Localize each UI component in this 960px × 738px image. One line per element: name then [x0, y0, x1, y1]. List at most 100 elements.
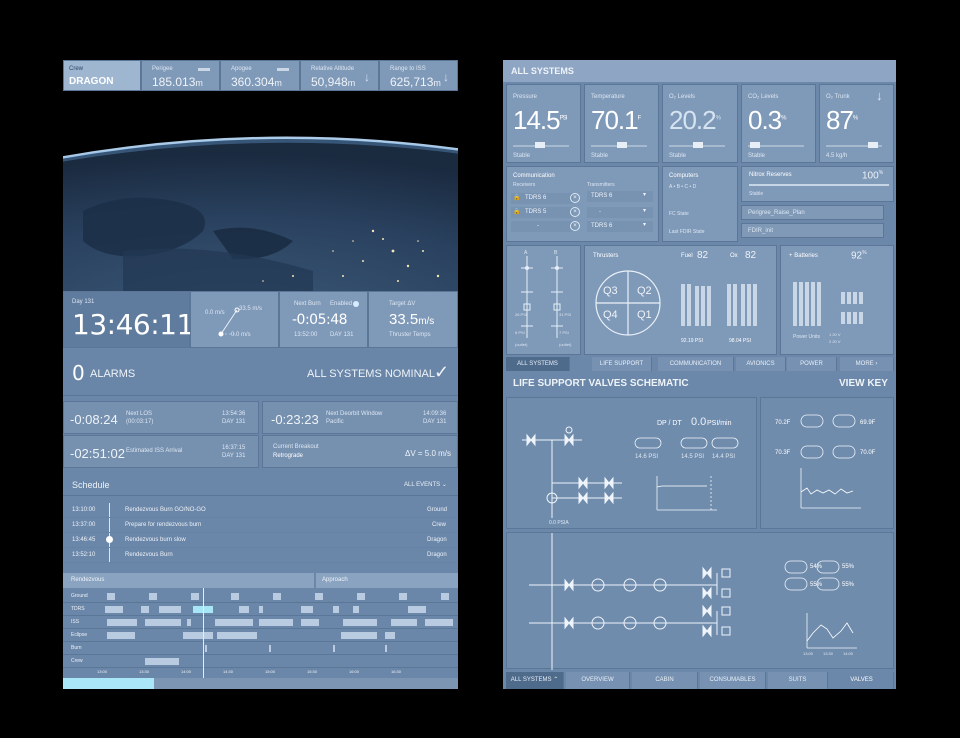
- pct-readout: 55%: [842, 582, 855, 588]
- timeline-block: [183, 632, 213, 639]
- all-events-filter[interactable]: ALL EVENTS ⌄: [404, 481, 447, 488]
- timeline-row-tdrs: TDRS: [63, 603, 458, 616]
- schedule-row[interactable]: 13:37:00 Prepare for rendezvous burn Crew: [63, 518, 458, 533]
- power-units-label: Power Units: [793, 334, 820, 340]
- metric-status: Stable: [669, 153, 687, 159]
- tab-consumables[interactable]: CONSUMABLES: [700, 672, 766, 689]
- ox-value: 82: [745, 250, 757, 261]
- chevron-down-icon: ⌄: [441, 482, 447, 488]
- tab-all-systems-bottom[interactable]: ALL SYSTEMS ⌃: [506, 672, 564, 689]
- tab-avionics[interactable]: AVIONICS: [736, 357, 786, 371]
- tx-row[interactable]: TDRS 6 ▾: [587, 221, 653, 232]
- valves-tabs: ALL SYSTEMS ⌃ OVERVIEW CABIN CONSUMABLES…: [503, 672, 896, 689]
- schedule-event: Rendezvous Burn GO/NO-GO: [125, 507, 206, 513]
- valve-sub: (outlet): [559, 342, 572, 347]
- event-deorbit-window[interactable]: -0:23:23 Next Deorbit Window Pacific 14:…: [262, 401, 458, 434]
- schedule-event: Prepare for rendezvous burn: [125, 522, 202, 528]
- batteries-panel: + Batteries 92% Power Units 1 20 V 2 20 …: [780, 245, 894, 355]
- tick-label: 14:30: [223, 669, 234, 674]
- view-key-button[interactable]: VIEW KEY: [839, 378, 888, 389]
- metric-o2-trunk[interactable]: O₂ Trunk ↓ 87% 4.5 kg/h: [819, 84, 894, 163]
- schedule-header: Schedule ALL EVENTS ⌄: [63, 474, 458, 496]
- breakout-value: Retrograde: [273, 453, 304, 459]
- nitrox-title: Nitrox Reserves: [749, 172, 792, 178]
- tank-bar: [733, 284, 737, 326]
- link-icon[interactable]: ×: [570, 207, 580, 217]
- timeline-row-burn: Burn: [63, 642, 458, 655]
- relative-altitude-label: Relative Altitude: [311, 66, 355, 72]
- tab-valves[interactable]: VALVES: [830, 672, 894, 689]
- battery-bars: [793, 281, 885, 326]
- tab-overview[interactable]: OVERVIEW: [566, 672, 630, 689]
- tick-label: 13:30: [139, 669, 150, 674]
- battery-bar: [817, 282, 821, 326]
- ox-bars: [727, 281, 767, 326]
- tab-more[interactable]: MORE ›: [840, 357, 894, 371]
- chevron-right-icon: ›: [875, 361, 878, 367]
- schedule-row[interactable]: 13:52:10 Rendezvous Burn Dragon: [63, 548, 458, 563]
- target-dv-value: 33.5: [389, 311, 419, 328]
- timeline-block: [187, 619, 191, 626]
- system-status: ALL SYSTEMS NOMINAL: [307, 368, 435, 380]
- metric-temperature[interactable]: Temperature 70.1F Stable: [584, 84, 659, 163]
- rx-row[interactable]: 🔒 TDRS 6: [511, 193, 573, 204]
- fuel-bars: [681, 281, 721, 326]
- timeline-row-eclipse: Eclipse: [63, 629, 458, 642]
- crew-cell[interactable]: Crew DRAGON: [63, 60, 141, 91]
- schematic-title: LIFE SUPPORT VALVES SCHEMATIC: [513, 378, 689, 389]
- perigee-gauge: [198, 68, 210, 71]
- range-to-iss-unit: m: [433, 78, 441, 88]
- event-countdown: -02:51:02: [70, 446, 125, 461]
- rx-row[interactable]: 🔒 TDRS 5: [511, 207, 573, 218]
- metric-co2-levels[interactable]: CO₂ Levels 0.3% Stable: [741, 84, 816, 163]
- tab-suits[interactable]: SUITS: [768, 672, 828, 689]
- cabin-valve-schematic: [522, 426, 739, 518]
- tx-row[interactable]: TDRS 6 ▾: [587, 191, 653, 202]
- tx-row[interactable]: - ▾: [587, 207, 653, 218]
- metric-value: 14.5: [513, 105, 561, 135]
- schedule-owner: Dragon: [427, 537, 447, 543]
- event-iss-arrival[interactable]: -02:51:02 Estimated ISS Arrival 16:37:15…: [63, 435, 259, 468]
- battery-bar: [841, 292, 845, 304]
- timeline-block: [259, 606, 263, 613]
- timeline-block: [441, 593, 449, 600]
- schedule-row[interactable]: 13:46:45 Rendezvous burn slow Dragon: [63, 533, 458, 548]
- temp-readout: 69.9F: [860, 420, 876, 426]
- schedule-row[interactable]: 13:10:00 Rendezvous Burn GO/NO-GO Ground: [63, 503, 458, 518]
- mission-clock: Day 131 13:46:11: [63, 291, 194, 348]
- phase-approach[interactable]: Approach: [316, 573, 458, 588]
- tab-power[interactable]: POWER: [787, 357, 837, 371]
- quad-q4[interactable]: Q4: [603, 309, 618, 321]
- tab-cabin[interactable]: CABIN: [632, 672, 698, 689]
- all-systems-header: ALL SYSTEMS: [503, 60, 896, 82]
- schedule-time: 13:10:00: [72, 507, 96, 513]
- metric-label: CO₂ Levels: [748, 94, 779, 100]
- tab-communication[interactable]: COMMUNICATION: [658, 357, 734, 371]
- valve-diagram: [521, 256, 563, 338]
- nitrox-gauge: [749, 184, 889, 186]
- tab-life-support[interactable]: LIFE SUPPORT: [592, 357, 652, 371]
- metric-o2-levels[interactable]: O₂ Levels 20.2% Stable: [662, 84, 738, 163]
- link-icon[interactable]: ×: [570, 221, 580, 231]
- target-dv-label: Target ΔV: [389, 301, 416, 307]
- phase-rendezvous[interactable]: Rendezvous: [63, 573, 314, 588]
- metric-value: 70.1: [591, 105, 639, 135]
- link-icon[interactable]: ×: [570, 193, 580, 203]
- dpdt-label: DP / DT: [657, 420, 682, 427]
- metric-pressure[interactable]: Pressure 14.5PSI Stable: [506, 84, 581, 163]
- battery-bar: [799, 282, 803, 326]
- tab-all-systems[interactable]: ALL SYSTEMS: [506, 357, 570, 371]
- quad-q3[interactable]: Q3: [603, 285, 618, 297]
- event-next-los[interactable]: -0:08:24 Next LOS (00:03:17) 13:54:36 DA…: [63, 401, 259, 434]
- velocity-left-unit: m/s: [215, 310, 225, 316]
- quad-q2[interactable]: Q2: [637, 285, 652, 297]
- timeline-phases: Rendezvous Approach: [63, 573, 458, 588]
- battery-bar: [847, 312, 851, 324]
- schedule-owner: Crew: [432, 522, 447, 528]
- timeline-block: [315, 593, 323, 600]
- rx-row[interactable]: -: [511, 221, 573, 232]
- quad-q1[interactable]: Q1: [637, 309, 652, 321]
- valve-psi: 6 PSI: [515, 330, 525, 335]
- event-sub: (00:03:17): [126, 419, 154, 425]
- timeline-block: [269, 645, 271, 652]
